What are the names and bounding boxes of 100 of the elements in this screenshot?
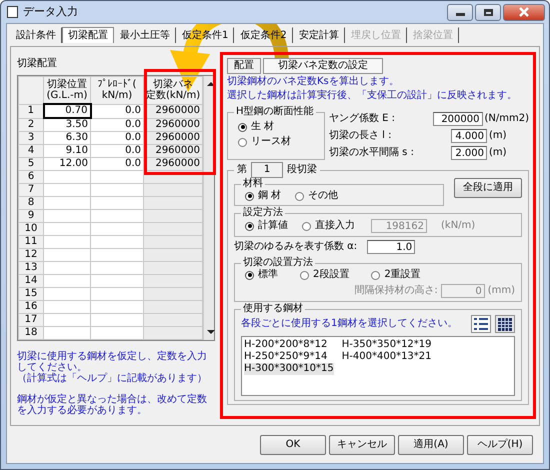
table-cell[interactable] [90,300,144,314]
table-cell[interactable] [90,170,144,184]
table-cell[interactable] [44,248,90,262]
minimize-button[interactable] [447,4,473,20]
scrollbar[interactable] [203,76,214,340]
table-cell[interactable] [90,248,144,262]
stage-label: 第 [237,164,247,176]
table-cell[interactable] [90,196,144,210]
table-cell[interactable] [144,210,202,222]
tab[interactable]: 切梁配置 [62,27,114,43]
list-item[interactable]: H-250*250*9*14 [244,351,334,363]
radio-button[interactable]: 生 材 [238,121,274,133]
table-cell[interactable] [144,288,202,300]
table-cell[interactable]: 0.0 [90,118,144,132]
table-cell[interactable]: 0.0 [90,132,144,144]
table-cell[interactable] [44,236,90,248]
table-cell[interactable] [144,248,202,262]
tab[interactable]: 配置 [227,58,261,74]
maximize-button[interactable] [475,4,501,20]
group-title: 設定方法 [242,207,284,219]
radio-button[interactable]: リース材 [238,136,291,148]
table-cell[interactable] [44,314,90,326]
row-header: 10 [18,222,44,236]
group-title: 切梁の設置方法 [242,257,314,268]
table-cell[interactable] [90,274,144,288]
table-cell[interactable]: 12.00 [44,158,90,170]
input-field[interactable]: 4.000 [451,129,487,143]
row-header: 8 [18,196,44,210]
unit-label: (m) [489,147,508,159]
list-item[interactable]: H-300*300*10*15 [244,363,334,375]
row-header: 13 [18,262,44,274]
table-cell[interactable] [144,274,202,288]
minimize-icon [456,13,464,16]
dialog-button[interactable]: 適用(A) [398,435,464,455]
grid-view-button[interactable] [495,315,515,333]
note-text: 切梁に使用する鋼材を仮定し、定数を入力してください。 [17,351,208,373]
unit-label: (N/mm2) [484,113,529,125]
window-title: データ入力 [23,5,78,19]
table-cell[interactable]: 9.10 [44,144,90,158]
table-cell[interactable] [90,326,144,340]
table-cell[interactable] [90,314,144,326]
table-cell[interactable] [90,222,144,236]
tab[interactable]: 安定計算 [292,27,345,43]
dialog-button[interactable]: OK [260,435,326,455]
row-header: 18 [18,326,44,340]
table-cell[interactable]: 0.70 [44,104,90,118]
radio-button[interactable]: 標準 [245,269,278,281]
table-cell[interactable] [144,314,202,326]
dialog-button[interactable]: ヘルプ(H) [467,435,533,455]
unit-label: (m) [489,130,508,142]
table-cell[interactable] [44,274,90,288]
table-cell[interactable] [144,262,202,274]
input-field[interactable]: 1.0 [367,240,416,254]
table-cell[interactable]: 6.30 [44,132,90,144]
scroll-down-icon[interactable] [207,330,215,334]
radio-button[interactable]: 2重設置 [371,269,421,281]
row-header: 11 [18,236,44,248]
tab[interactable]: 切梁バネ定数の設定 [263,58,383,74]
list-view-button[interactable] [471,315,491,333]
dialog-button[interactable]: キャンセル [329,435,395,455]
radio-button[interactable]: その他 [295,190,338,202]
list-item[interactable]: H-200*200*8*12 [244,339,334,351]
table-cell[interactable] [90,236,144,248]
row-header: 2 [18,118,44,132]
table-cell[interactable]: 3.50 [44,118,90,132]
tab[interactable]: 最小土圧等 [114,27,176,43]
radio-button[interactable]: 鋼 材 [245,190,282,202]
list-item[interactable]: H-350*350*12*19 [342,339,432,351]
table-cell[interactable] [144,326,202,340]
table-cell[interactable] [44,262,90,274]
scroll-up-icon[interactable] [207,82,215,86]
table-cell[interactable] [90,184,144,196]
radio-button[interactable]: 2段設置 [300,269,350,281]
table-cell[interactable] [90,210,144,222]
table-cell[interactable] [44,288,90,300]
unit-label: (kN/m) [441,220,476,232]
table-cell[interactable] [144,300,202,314]
table-cell[interactable] [44,326,90,340]
table-cell[interactable]: 0.0 [90,144,144,158]
table-cell[interactable] [44,196,90,210]
table-cell[interactable] [90,288,144,300]
table-cell[interactable] [90,262,144,274]
input-field[interactable]: 2.000 [451,146,487,160]
table-cell[interactable] [144,196,202,210]
list-item[interactable]: H-400*400*13*21 [342,351,432,363]
table-cell[interactable] [144,184,202,196]
table-cell[interactable]: 0.0 [90,158,144,170]
steel-list[interactable]: H-200*200*8*12 H-250*250*9*14 H-300*300*10*15 H-350*350*12*19 H-400*400*13*21 [241,336,515,396]
close-button[interactable] [503,4,545,20]
table-cell[interactable] [44,300,90,314]
table-cell[interactable] [144,222,202,236]
table-cell[interactable] [44,170,90,184]
table-cell[interactable] [44,184,90,196]
stage-field[interactable]: 1 [251,162,283,178]
apply-all-button[interactable]: 全段に適用 [454,178,522,198]
table-cell[interactable] [44,222,90,236]
table-cell[interactable] [44,210,90,222]
input-field[interactable]: 200000 [432,112,482,126]
row-header: 7 [18,184,44,196]
table-cell[interactable] [144,236,202,248]
